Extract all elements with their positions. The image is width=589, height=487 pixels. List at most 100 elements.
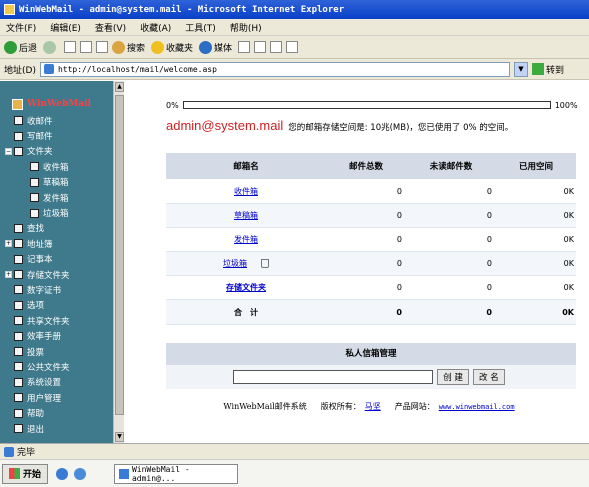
back-button[interactable]: 后退 xyxy=(4,40,38,54)
sidebar-item-6[interactable]: 垃圾箱 xyxy=(0,205,124,220)
start-button[interactable]: 开始 xyxy=(2,463,49,484)
sidebar-item-0[interactable]: 收邮件 xyxy=(0,113,124,128)
sidebar-item-label: 记事本 xyxy=(27,255,53,266)
sidebar-item-1[interactable]: 写邮件 xyxy=(0,128,124,143)
table-row: 草稿箱 0 0 0K xyxy=(166,203,576,228)
cell-total: 0 xyxy=(326,227,406,253)
mail-icon[interactable] xyxy=(254,41,267,53)
desktop-quicklaunch-icon[interactable] xyxy=(74,467,87,480)
cell-unread: 0 xyxy=(406,251,496,277)
cell-unread: 0 xyxy=(406,227,496,253)
mailbox-name[interactable]: 存储文件夹 xyxy=(226,283,266,292)
rename-button[interactable]: 改 名 xyxy=(473,369,505,385)
media-button[interactable]: 媒体 xyxy=(199,40,232,54)
mailbox-name[interactable]: 收件箱 xyxy=(234,187,258,196)
back-label: 后退 xyxy=(19,43,38,54)
search-button[interactable]: 搜索 xyxy=(112,40,146,54)
sidebar-item-label: 查找 xyxy=(27,224,45,235)
menu-edit[interactable]: 编辑(E) xyxy=(50,21,81,34)
expand-icon[interactable]: + xyxy=(5,240,12,248)
collapse-icon[interactable]: − xyxy=(5,147,12,155)
progress-max-label: 100% xyxy=(554,100,578,110)
folder-icon xyxy=(14,300,23,310)
home-icon[interactable] xyxy=(96,41,109,53)
ie-app-icon xyxy=(4,4,15,15)
sidebar-item-13[interactable]: 共享文件夹 xyxy=(0,313,124,328)
sidebar-item-3[interactable]: 收件箱 xyxy=(0,159,124,174)
refresh-icon[interactable] xyxy=(80,41,93,53)
menu-help[interactable]: 帮助(H) xyxy=(230,21,262,34)
menu-file[interactable]: 文件(F) xyxy=(6,21,36,34)
progress-track xyxy=(182,101,551,109)
menu-tools[interactable]: 工具(T) xyxy=(185,21,216,34)
window-title: WinWebMail - admin@system.mail - Microso… xyxy=(19,4,345,15)
edit-icon[interactable] xyxy=(286,41,299,53)
mailbox-table: 邮箱名 邮件总数 未读邮件数 已用空间 收件箱 0 0 0K 草稿箱 0 0 0K 发件箱 0 0 0… xyxy=(166,153,576,325)
sidebar-logo[interactable]: WinWebMail xyxy=(0,95,124,113)
history-icon[interactable] xyxy=(238,41,251,53)
ie-quicklaunch-icon[interactable] xyxy=(56,467,69,480)
mailbox-name[interactable]: 发件箱 xyxy=(234,235,258,244)
sidebar-item-label: 帮助 xyxy=(27,409,45,420)
sidebar-item-11[interactable]: 数字证书 xyxy=(0,282,124,297)
cell-unread: 0 xyxy=(406,275,496,301)
create-button[interactable]: 创 建 xyxy=(437,369,469,385)
scroll-up-icon[interactable]: ▲ xyxy=(115,82,124,92)
expand-icon[interactable]: + xyxy=(5,271,12,279)
sidebar-item-2[interactable]: − 文件夹 xyxy=(0,144,124,159)
scroll-down-icon[interactable]: ▼ xyxy=(115,432,124,442)
sidebar-item-7[interactable]: 查找 xyxy=(0,221,124,236)
folder-icon xyxy=(14,362,23,372)
stop-icon[interactable] xyxy=(64,41,77,53)
sidebar-item-5[interactable]: 发件箱 xyxy=(0,190,124,205)
sidebar-item-label: 地址簿 xyxy=(27,239,53,250)
menu-favorites[interactable]: 收藏(A) xyxy=(140,21,171,34)
sidebar-item-15[interactable]: 投票 xyxy=(0,344,124,359)
folder-icon xyxy=(30,162,39,172)
media-icon xyxy=(199,40,213,54)
folder-icon xyxy=(14,116,23,126)
user-email: admin@system.mail xyxy=(166,118,284,133)
table-row: 发件箱 0 0 0K xyxy=(166,227,576,253)
col-mailbox-name: 邮箱名 xyxy=(166,153,326,180)
address-label: 地址(D) xyxy=(4,65,36,76)
favorites-button[interactable]: 收藏夹 xyxy=(151,40,193,54)
cell-size: 0K xyxy=(496,203,576,228)
address-input[interactable]: http://localhost/mail/welcome.asp xyxy=(39,61,510,77)
sidebar-item-label: 收邮件 xyxy=(27,116,53,127)
sidebar-item-20[interactable]: 退出 xyxy=(0,421,124,436)
table-row: 收件箱 0 0 0K xyxy=(166,179,576,204)
forward-button[interactable] xyxy=(43,40,58,54)
menu-view[interactable]: 查看(V) xyxy=(95,21,126,34)
sidebar-item-16[interactable]: 公共文件夹 xyxy=(0,359,124,374)
print-icon[interactable] xyxy=(270,41,283,53)
sidebar-item-8[interactable]: + 地址簿 xyxy=(0,236,124,251)
sidebar-item-label: 选项 xyxy=(27,301,45,312)
sidebar-item-4[interactable]: 草稿箱 xyxy=(0,175,124,190)
search-label: 搜索 xyxy=(127,43,146,54)
search-icon xyxy=(112,40,126,54)
mailbox-name-cell: 合 计 xyxy=(166,299,326,325)
sidebar-item-12[interactable]: 选项 xyxy=(0,298,124,313)
sidebar-item-label: 写邮件 xyxy=(27,132,53,143)
quota-progress: 0% 100% xyxy=(166,99,581,111)
empty-trash-icon[interactable] xyxy=(261,259,269,269)
go-button[interactable]: 转到 xyxy=(531,63,564,76)
mailbox-name-input[interactable] xyxy=(233,370,434,384)
address-dropdown-icon[interactable]: ▼ xyxy=(513,61,528,77)
taskbar-item-winwebmail[interactable]: WinWebMail - admin@... xyxy=(114,463,239,484)
sidebar-item-17[interactable]: 系统设置 xyxy=(0,375,124,390)
scrollbar-thumb[interactable] xyxy=(115,95,124,415)
go-label: 转到 xyxy=(545,65,564,76)
cell-size: 0K xyxy=(496,275,576,301)
sidebar-item-9[interactable]: 记事本 xyxy=(0,252,124,267)
footer-url-link[interactable]: www.winwebmail.com xyxy=(439,403,515,411)
sidebar-item-10[interactable]: + 存储文件夹 xyxy=(0,267,124,282)
mailbox-name[interactable]: 垃圾箱 xyxy=(223,259,247,268)
sidebar-item-14[interactable]: 效率手册 xyxy=(0,328,124,343)
sidebar-scrollbar[interactable]: ▲ ▼ xyxy=(113,81,124,443)
sidebar-item-19[interactable]: 帮助 xyxy=(0,405,124,420)
footer-owner-link[interactable]: 马坚 xyxy=(365,401,381,412)
sidebar-item-18[interactable]: 用户管理 xyxy=(0,390,124,405)
mailbox-name[interactable]: 草稿箱 xyxy=(234,211,258,220)
